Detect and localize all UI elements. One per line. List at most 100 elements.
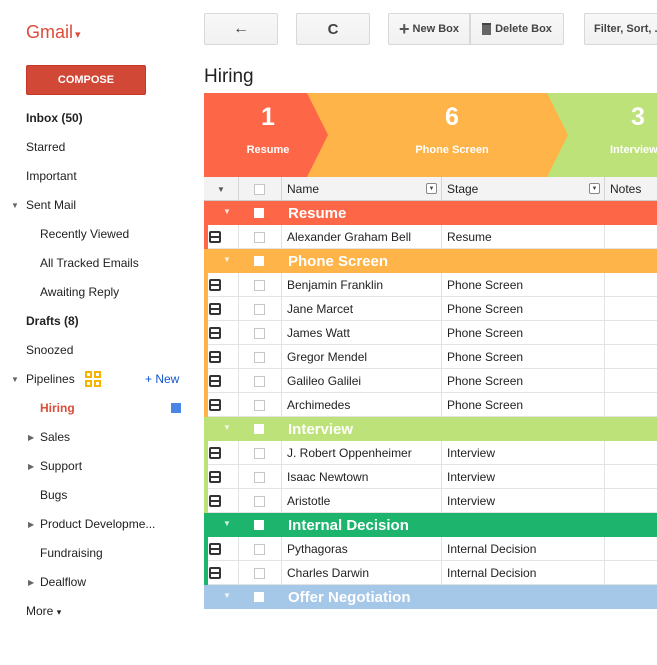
stage-phone-screen[interactable]: 6 Phone Screen bbox=[304, 93, 576, 177]
row-checkbox[interactable] bbox=[254, 447, 265, 459]
name-cell[interactable]: Isaac Newtown bbox=[282, 465, 442, 489]
box-icon[interactable] bbox=[209, 471, 221, 483]
notes-cell[interactable] bbox=[605, 465, 657, 489]
notes-cell[interactable] bbox=[605, 225, 657, 249]
table-row[interactable]: Jane Marcet Phone Screen bbox=[204, 297, 657, 321]
box-cell[interactable] bbox=[204, 489, 239, 513]
checkbox-cell[interactable] bbox=[239, 561, 282, 585]
box-cell[interactable] bbox=[204, 369, 239, 393]
box-cell[interactable] bbox=[204, 561, 239, 585]
box-cell[interactable] bbox=[204, 465, 239, 489]
group-checkbox[interactable] bbox=[254, 256, 264, 266]
nav-starred[interactable]: Starred bbox=[0, 136, 196, 158]
group-checkbox[interactable] bbox=[254, 592, 264, 602]
checkbox-cell[interactable] bbox=[239, 537, 282, 561]
nav-support[interactable]: ▶ Support bbox=[0, 455, 196, 477]
stage-cell[interactable]: Phone Screen bbox=[442, 297, 605, 321]
back-button[interactable]: ← bbox=[204, 13, 278, 45]
row-checkbox[interactable] bbox=[254, 567, 265, 579]
name-cell[interactable]: Pythagoras bbox=[282, 537, 442, 561]
nav-product-development[interactable]: ▶ Product Developme... bbox=[0, 513, 196, 535]
name-cell[interactable]: Benjamin Franklin bbox=[282, 273, 442, 297]
nav-snoozed[interactable]: Snoozed bbox=[0, 339, 196, 361]
collapsed-triangle-icon[interactable]: ▶ bbox=[28, 433, 34, 442]
nav-dealflow[interactable]: ▶ Dealflow bbox=[0, 571, 196, 593]
name-cell[interactable]: Alexander Graham Bell bbox=[282, 225, 442, 249]
checkbox-cell[interactable] bbox=[239, 369, 282, 393]
box-cell[interactable] bbox=[204, 321, 239, 345]
checkbox-cell[interactable] bbox=[239, 225, 282, 249]
delete-box-button[interactable]: Delete Box bbox=[470, 13, 564, 45]
checkbox-cell[interactable] bbox=[239, 273, 282, 297]
notes-cell[interactable] bbox=[605, 489, 657, 513]
group-header[interactable]: ▼ Resume bbox=[204, 201, 657, 225]
table-row[interactable]: Alexander Graham Bell Resume bbox=[204, 225, 657, 249]
box-cell[interactable] bbox=[204, 225, 239, 249]
table-row[interactable]: J. Robert Oppenheimer Interview bbox=[204, 441, 657, 465]
box-icon[interactable] bbox=[209, 279, 221, 291]
name-cell[interactable]: James Watt bbox=[282, 321, 442, 345]
table-row[interactable]: Aristotle Interview bbox=[204, 489, 657, 513]
table-row[interactable]: Charles Darwin Internal Decision bbox=[204, 561, 657, 585]
row-checkbox[interactable] bbox=[254, 279, 265, 291]
notes-cell[interactable] bbox=[605, 393, 657, 417]
name-cell[interactable]: Charles Darwin bbox=[282, 561, 442, 585]
stage-cell[interactable]: Interview bbox=[442, 465, 605, 489]
checkbox-cell[interactable] bbox=[239, 465, 282, 489]
name-cell[interactable]: Jane Marcet bbox=[282, 297, 442, 321]
notes-cell[interactable] bbox=[605, 345, 657, 369]
row-checkbox[interactable] bbox=[254, 303, 265, 315]
box-icon[interactable] bbox=[209, 303, 221, 315]
select-menu[interactable]: ▼ bbox=[204, 177, 239, 201]
nav-awaiting-reply[interactable]: Awaiting Reply bbox=[0, 281, 196, 303]
filter-sort-button[interactable]: Filter, Sort, ... bbox=[584, 13, 657, 45]
nav-sales[interactable]: ▶ Sales bbox=[0, 426, 196, 448]
nav-pipelines[interactable]: ▼ Pipelines + New bbox=[0, 368, 196, 390]
box-icon[interactable] bbox=[209, 543, 221, 555]
nav-all-tracked[interactable]: All Tracked Emails bbox=[0, 252, 196, 274]
stage-resume[interactable]: 1 Resume bbox=[204, 93, 332, 177]
collapse-triangle-icon[interactable]: ▼ bbox=[223, 423, 231, 432]
checkbox-cell[interactable] bbox=[239, 489, 282, 513]
stage-cell[interactable]: Phone Screen bbox=[442, 273, 605, 297]
box-cell[interactable] bbox=[204, 297, 239, 321]
new-pipeline-link[interactable]: + New bbox=[145, 372, 179, 386]
nav-drafts[interactable]: Drafts (8) bbox=[0, 310, 196, 332]
row-checkbox[interactable] bbox=[254, 327, 265, 339]
new-box-button[interactable]: + New Box bbox=[388, 13, 470, 45]
compose-button[interactable]: COMPOSE bbox=[26, 65, 146, 95]
name-cell[interactable]: Aristotle bbox=[282, 489, 442, 513]
group-header[interactable]: ▼ Internal Decision bbox=[204, 513, 657, 537]
expanded-triangle-icon[interactable]: ▼ bbox=[11, 201, 19, 210]
box-cell[interactable] bbox=[204, 345, 239, 369]
collapsed-triangle-icon[interactable]: ▶ bbox=[28, 520, 34, 529]
name-cell[interactable]: Archimedes bbox=[282, 393, 442, 417]
refresh-button[interactable]: C bbox=[296, 13, 370, 45]
stage-cell[interactable]: Phone Screen bbox=[442, 345, 605, 369]
box-icon[interactable] bbox=[209, 375, 221, 387]
column-dropdown-icon[interactable]: ▼ bbox=[426, 183, 437, 194]
name-cell[interactable]: Gregor Mendel bbox=[282, 345, 442, 369]
checkbox-cell[interactable] bbox=[239, 393, 282, 417]
box-cell[interactable] bbox=[204, 273, 239, 297]
checkbox-cell[interactable] bbox=[239, 345, 282, 369]
checkbox-cell[interactable] bbox=[239, 321, 282, 345]
box-icon[interactable] bbox=[209, 231, 221, 243]
row-checkbox[interactable] bbox=[254, 351, 265, 363]
table-row[interactable]: James Watt Phone Screen bbox=[204, 321, 657, 345]
box-icon[interactable] bbox=[209, 495, 221, 507]
name-cell[interactable]: J. Robert Oppenheimer bbox=[282, 441, 442, 465]
checkbox-cell[interactable] bbox=[239, 297, 282, 321]
notes-cell[interactable] bbox=[605, 441, 657, 465]
table-row[interactable]: Gregor Mendel Phone Screen bbox=[204, 345, 657, 369]
box-icon[interactable] bbox=[209, 567, 221, 579]
table-row[interactable]: Benjamin Franklin Phone Screen bbox=[204, 273, 657, 297]
name-cell[interactable]: Galileo Galilei bbox=[282, 369, 442, 393]
group-checkbox[interactable] bbox=[254, 520, 264, 530]
collapse-triangle-icon[interactable]: ▼ bbox=[223, 207, 231, 216]
box-icon[interactable] bbox=[209, 351, 221, 363]
stage-cell[interactable]: Internal Decision bbox=[442, 561, 605, 585]
nav-important[interactable]: Important bbox=[0, 165, 196, 187]
stage-cell[interactable]: Interview bbox=[442, 489, 605, 513]
table-row[interactable]: Isaac Newtown Interview bbox=[204, 465, 657, 489]
